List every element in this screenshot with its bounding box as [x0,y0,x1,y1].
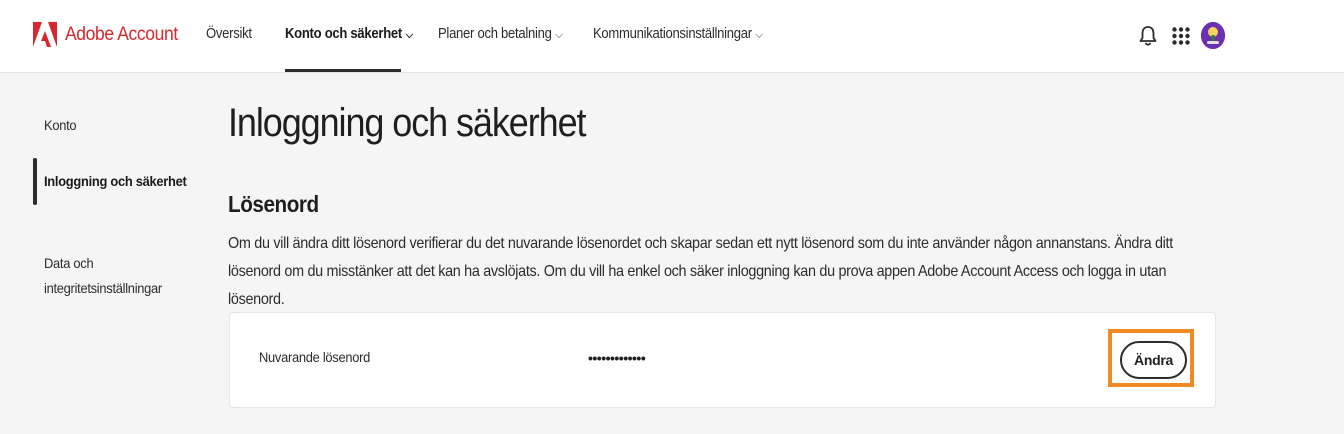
sidebar-item-konto[interactable]: Konto [44,113,77,138]
chevron-down-icon: ⌵ [405,29,414,41]
active-nav-underline [285,69,401,72]
change-password-button[interactable]: Ändra [1120,341,1187,379]
password-card: Nuvarande lösenord ••••••••••••• [229,312,1216,408]
apps-grid-icon[interactable] [1172,27,1190,45]
sidebar-item-inloggning-och-sakerhet[interactable]: Inloggning och säkerhet [44,169,187,194]
nav-oversikt[interactable]: Översikt [206,26,252,42]
nav-label: Konto och säkerhet [285,26,402,42]
chevron-down-icon: ⌵ [555,29,563,41]
sidebar-item-data-och-integritet[interactable]: Data och integritetsinställningar [44,226,162,301]
chevron-down-icon: ⌵ [755,29,763,41]
avatar[interactable] [1201,22,1225,49]
nav-kommunikationsinstallningar[interactable]: Kommunikationsinställningar ⌵ [593,26,763,42]
bell-icon[interactable] [1138,25,1158,47]
page-title: Inloggning och säkerhet [228,101,587,145]
top-header: Adobe Account Översikt Konto och säkerhe… [0,0,1344,73]
password-description: Om du vill ändra ditt lösenord verifiera… [228,235,1173,308]
nav-planer-och-betalning[interactable]: Planer och betalning ⌵ [438,26,563,42]
sidebar-item-label: Konto [44,117,77,133]
nav-label: Kommunikationsinställningar [593,26,752,42]
nav-konto-och-sakerhet[interactable]: Konto och säkerhet ⌵ [285,26,413,42]
brand-name: Adobe Account [65,23,178,45]
current-password-value: ••••••••••••• [588,350,646,366]
sidebar-active-indicator [33,158,37,205]
nav-label: Planer och betalning [438,26,552,42]
sidebar-item-label: Data och integritetsinställningar [44,255,162,296]
nav-label: Översikt [206,26,252,42]
current-password-label: Nuvarande lösenord [259,349,371,365]
avatar-image-icon [1201,22,1225,49]
adobe-logo-icon [33,22,57,47]
sidebar-item-label: Inloggning och säkerhet [44,173,187,189]
brand[interactable]: Adobe Account [33,22,188,47]
section-title-password: Lösenord [228,191,319,217]
